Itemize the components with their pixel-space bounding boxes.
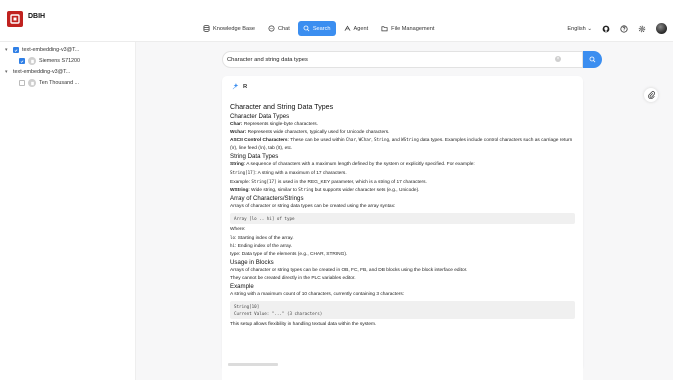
summary-card: R Character and String Data Types Charac… [222,76,583,370]
caret-down-icon[interactable]: ▾ [5,69,10,75]
summary-content: Character and String Data Types Characte… [230,103,575,328]
tree-child-label: Ten Thousand ... [39,80,80,86]
nav-file-management-label: File Management [391,25,435,32]
help-icon[interactable] [620,24,628,33]
language-select[interactable]: English ⌄ [567,26,592,32]
tree-child-item[interactable]: Ten Thousand ... [19,79,79,87]
paragraph: String[17]: A string with a maximum of 1… [230,169,347,176]
caret-down-icon[interactable]: ▾ [5,47,10,53]
github-icon[interactable] [602,25,610,33]
settings-icon[interactable] [638,25,646,33]
code-block: String[10] Current Value: "..." (3 charac… [230,300,575,319]
search-button[interactable] [583,51,602,68]
main-nav: Knowledge Base Chat Search Agent File Ma… [198,21,439,36]
paragraph: ASCII Control Characters: These can be u… [230,137,573,152]
section-heading: Example [230,282,254,290]
paragraph: They cannot be created directly in the P… [230,275,356,281]
knowledge-base-tree: ▾ text-embedding-v3@T... Siemens S71200 … [0,42,136,380]
document-icon [28,57,36,65]
paragraph: Wchar: Represents wide characters, typic… [230,129,390,135]
section-heading: Usage in Blocks [230,258,274,266]
checkbox[interactable] [19,58,25,64]
section-heading: String Data Types [230,152,279,160]
paragraph: String: A sequence of characters with a … [230,162,475,168]
paragraph: hi: Ending index of the array. [230,243,293,250]
tree-item[interactable]: ▾ text-embedding-v3@T... [5,47,79,53]
paragraph: type: Data type of the elements (e.g., C… [230,252,348,258]
result-card[interactable] [222,358,583,380]
nav-agent[interactable]: Agent [339,21,374,36]
agent-icon [344,25,350,31]
language-label: English [567,25,586,32]
tree-child-item[interactable]: Siemens S71200 [19,57,80,65]
top-right-controls: English ⌄ [567,23,667,34]
nav-knowledge-base-label: Knowledge Base [213,25,255,32]
nav-agent-label: Agent [353,25,369,32]
search-icon [303,25,310,32]
paragraph: WString: Wide string, similar to String … [230,187,420,194]
top-bar: DBIH Knowledge Base Chat Search Agent Fi… [0,0,673,42]
paragraph: lo: Starting index of the array. [230,234,294,241]
app-name: DBIH [28,13,46,20]
nav-chat[interactable]: Chat [263,21,295,36]
user-avatar[interactable] [656,23,667,34]
summary-header: R [232,83,247,90]
tree-item-label: text-embedding-v3@T... [13,69,71,75]
nav-chat-label: Chat [277,25,290,32]
search-input-value: Character and string data types [227,56,308,63]
section-heading: Array of Characters/Strings [230,194,304,202]
sparkle-icon [232,83,239,90]
search-input[interactable]: Character and string data types [222,51,583,68]
nav-search-label: Search [312,25,331,32]
nav-search[interactable]: Search [297,21,336,36]
document-icon [28,79,36,87]
result-placeholder [228,363,278,366]
logo-icon [10,14,20,24]
paragraph: Where: [230,227,246,233]
checkbox[interactable] [13,47,19,53]
tree-item-label: text-embedding-v3@T... [22,47,80,53]
folder-icon [381,26,388,32]
database-icon [203,25,210,32]
paragraph: Arrays of character or string data types… [230,204,396,210]
summary-title: Character and String Data Types [230,103,334,111]
paragraph: A string with a maximum count of 10 char… [230,292,405,298]
paragraph: Char: Represents single-byte characters. [230,121,318,127]
search-results-area: Character and string data types × R Char… [136,42,673,380]
nav-knowledge-base[interactable]: Knowledge Base [198,21,260,36]
summary-label: R [243,83,248,90]
chevron-down-icon: ⌄ [587,25,592,32]
search-icon [589,56,596,63]
checkbox[interactable] [19,80,25,86]
clear-icon[interactable]: × [555,56,561,62]
paragraph: Arrays of character or string types can … [230,268,468,274]
paragraph: Example: String[17] is used in the REG_K… [230,178,427,185]
paperclip-icon [647,91,655,99]
code-block: Array [lo .. hi] of type [230,213,575,225]
paragraph: This setup allows flexibility in handlin… [230,321,377,327]
attachment-button[interactable] [644,88,658,102]
nav-file-management[interactable]: File Management [376,21,439,36]
tree-child-label: Siemens S71200 [39,58,81,64]
app-logo[interactable] [7,11,23,27]
section-heading: Character Data Types [230,112,290,120]
tree-item[interactable]: ▾ text-embedding-v3@T... [5,69,70,75]
chat-icon [268,25,275,32]
